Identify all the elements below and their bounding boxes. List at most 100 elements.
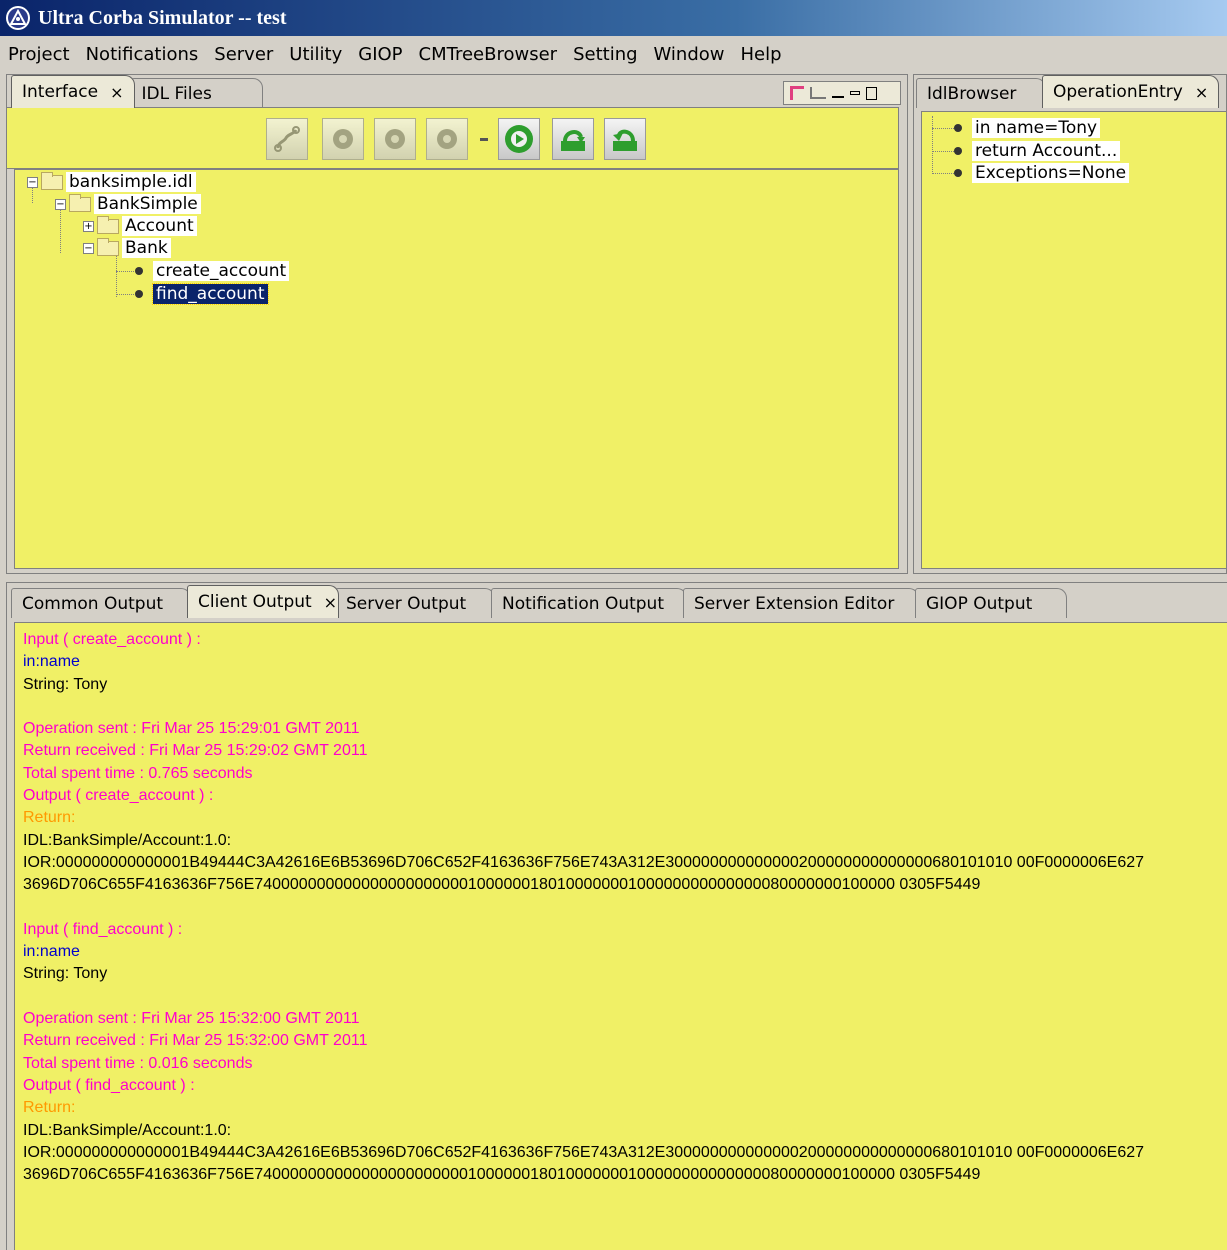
tree-node-banksimple[interactable]: − BankSimple: [55, 193, 201, 215]
collapse-icon[interactable]: −: [55, 198, 66, 210]
tree-node-label-selected: find_account: [152, 283, 269, 305]
output-line: Return received : Fri Mar 25 15:29:02 GM…: [23, 742, 368, 760]
close-icon[interactable]: ×: [110, 83, 123, 102]
menu-project[interactable]: Project: [0, 41, 78, 69]
operation-entry-tree: in name=Tony return Account... Exception…: [921, 111, 1227, 569]
menu-notifications[interactable]: Notifications: [78, 41, 207, 69]
tree-node-create-account[interactable]: create_account: [131, 260, 290, 282]
output-line: IOR:000000000000001B49444C3A42616E6B5369…: [23, 1143, 1145, 1161]
tree-node-bank[interactable]: − Bank: [83, 237, 171, 259]
output-line: Return received : Fri Mar 25 15:32:00 GM…: [23, 1032, 368, 1050]
output-line: 3696D706C655F4163636F756E740000000000000…: [23, 876, 981, 894]
entry-return[interactable]: return Account...: [950, 140, 1121, 162]
flat-view-icon[interactable]: [810, 87, 826, 99]
output-line: in:name: [23, 653, 80, 671]
folder-icon: [97, 215, 119, 234]
tree-node-account[interactable]: + Account: [83, 215, 197, 237]
close-icon[interactable]: ×: [1195, 83, 1208, 102]
minimize-icon[interactable]: [832, 96, 844, 98]
connect-button[interactable]: [266, 118, 308, 160]
undo-icon: [613, 129, 637, 151]
folder-icon: [97, 237, 119, 256]
tree-node-label: banksimple.idl: [66, 172, 196, 192]
gear-button-3[interactable]: [426, 118, 468, 160]
operation-icon: [135, 267, 143, 275]
tab-idlbrowser[interactable]: IdlBrowser: [916, 78, 1046, 108]
title-bar: Ultra Corba Simulator -- test: [0, 0, 1227, 36]
tab-giop-output-label: GIOP Output: [926, 593, 1033, 614]
entry-in-name[interactable]: in name=Tony: [950, 117, 1101, 139]
tab-giop-output[interactable]: GIOP Output: [915, 588, 1067, 618]
output-line: IDL:BankSimple/Account:1.0:: [23, 831, 232, 849]
menu-cmtreebrowser[interactable]: CMTreeBrowser: [411, 41, 566, 69]
view-controls: [783, 81, 901, 105]
operation-icon: [135, 290, 143, 298]
output-line: Output ( find_account ) :: [23, 1076, 195, 1094]
tree-node-label: Account: [122, 216, 197, 236]
menu-window[interactable]: Window: [646, 41, 733, 69]
refresh-icon: [561, 130, 585, 151]
output-line: String: Tony: [23, 675, 108, 693]
tab-common-output-label: Common Output: [22, 593, 164, 614]
undo-button[interactable]: [604, 118, 646, 160]
output-line: Return:: [23, 1099, 76, 1117]
tab-server-output[interactable]: Server Output: [335, 588, 495, 618]
close-icon[interactable]: ×: [324, 593, 337, 612]
menu-setting[interactable]: Setting: [565, 41, 645, 69]
idl-tree: − banksimple.idl − BankSimple + Account …: [14, 169, 899, 569]
entry-label: return Account...: [972, 141, 1121, 161]
output-line: Return:: [23, 809, 76, 827]
entry-exceptions[interactable]: Exceptions=None: [950, 162, 1130, 184]
tab-client-output[interactable]: Client Output ×: [187, 585, 339, 618]
collapse-icon[interactable]: −: [83, 242, 94, 254]
folder-icon: [41, 171, 63, 190]
tab-idl-files-label: IDL Files: [141, 83, 212, 104]
param-icon: [954, 169, 962, 177]
output-line: Operation sent : Fri Mar 25 15:29:01 GMT…: [23, 720, 360, 738]
link-icon: [274, 126, 300, 152]
output-line: IOR:000000000000001B49444C3A42616E6B5369…: [23, 853, 1145, 871]
restore-icon[interactable]: [850, 91, 860, 95]
param-icon: [954, 147, 962, 155]
output-line: Total spent time : 0.765 seconds: [23, 764, 253, 782]
gear-button-2[interactable]: [374, 118, 416, 160]
menu-help[interactable]: Help: [733, 41, 790, 69]
tab-idlbrowser-label: IdlBrowser: [927, 83, 1017, 104]
tree-node-label: create_account: [153, 261, 290, 281]
menu-server[interactable]: Server: [206, 41, 281, 69]
tree-node-label: BankSimple: [94, 194, 201, 214]
tab-notification-output[interactable]: Notification Output: [491, 588, 687, 618]
tree-node-banksimple-idl[interactable]: − banksimple.idl: [27, 171, 196, 193]
play-icon: [505, 125, 533, 153]
gear-icon: [437, 129, 457, 149]
menu-bar: Project Notifications Server Utility GIO…: [0, 40, 1227, 70]
run-button[interactable]: [498, 118, 540, 160]
tree-view-icon[interactable]: [790, 86, 804, 100]
tab-server-extension-editor-label: Server Extension Editor: [694, 593, 895, 614]
tab-interface[interactable]: Interface ×: [11, 75, 135, 108]
output-line: String: Tony: [23, 965, 108, 983]
tab-interface-label: Interface: [22, 82, 99, 102]
output-line: Output ( create_account ) :: [23, 787, 214, 805]
tab-operationentry[interactable]: OperationEntry ×: [1042, 75, 1220, 108]
menu-giop[interactable]: GIOP: [350, 41, 410, 69]
gear-icon: [385, 129, 405, 149]
toolbar-separator: [480, 138, 488, 141]
gear-button-1[interactable]: [322, 118, 364, 160]
collapse-icon[interactable]: −: [27, 176, 38, 188]
maximize-icon[interactable]: [866, 86, 877, 100]
tab-idl-files[interactable]: IDL Files: [130, 78, 263, 108]
refresh-button[interactable]: [552, 118, 594, 160]
output-line: IDL:BankSimple/Account:1.0:: [23, 1121, 232, 1139]
output-line: Operation sent : Fri Mar 25 15:32:00 GMT…: [23, 1010, 360, 1028]
tab-server-output-label: Server Output: [346, 593, 467, 614]
expand-icon[interactable]: +: [83, 220, 94, 232]
menu-utility[interactable]: Utility: [281, 41, 350, 69]
param-icon: [954, 124, 962, 132]
tab-server-extension-editor[interactable]: Server Extension Editor: [683, 588, 919, 618]
tab-common-output[interactable]: Common Output: [11, 588, 191, 618]
tree-node-find-account[interactable]: find_account: [131, 283, 269, 305]
